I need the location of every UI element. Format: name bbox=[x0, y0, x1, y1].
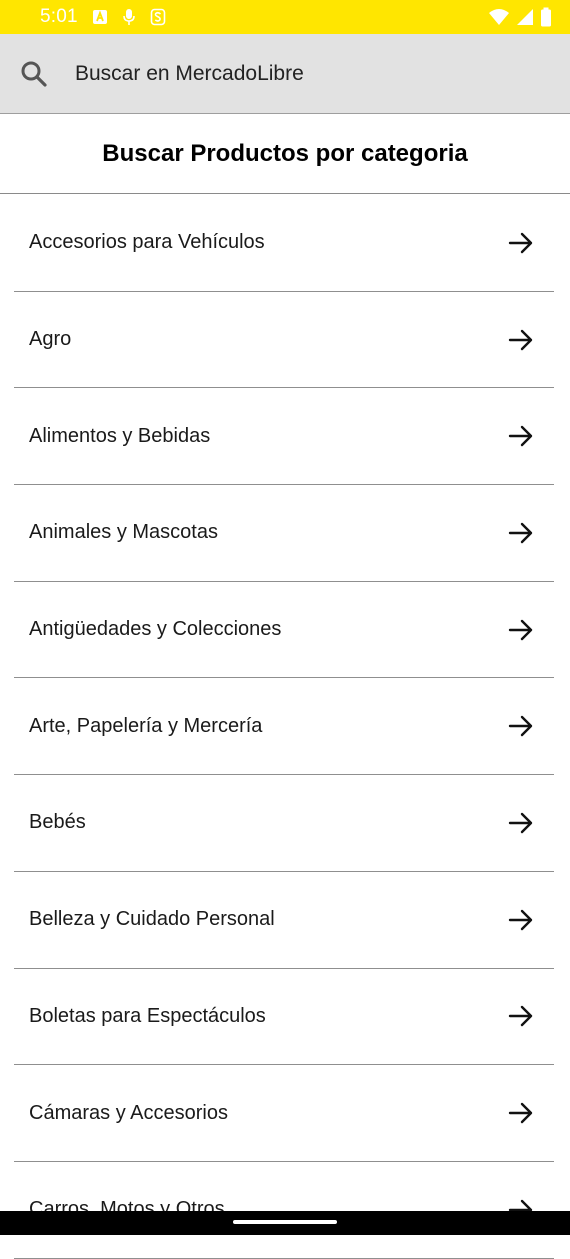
page-header: Buscar Productos por categoria bbox=[0, 115, 570, 194]
category-item[interactable]: Arte, Papelería y Mercería bbox=[14, 678, 554, 776]
category-label: Arte, Papelería y Mercería bbox=[29, 714, 263, 737]
category-label: Agro bbox=[29, 328, 72, 351]
battery-icon bbox=[540, 7, 552, 27]
category-label: Alimentos y Bebidas bbox=[29, 424, 211, 447]
search-bar[interactable]: Buscar en MercadoLibre bbox=[0, 34, 570, 114]
status-left: 5:01 bbox=[40, 6, 166, 28]
arrow-right-icon bbox=[508, 230, 534, 256]
status-time: 5:01 bbox=[40, 6, 78, 27]
page-title: Buscar Productos por categoria bbox=[102, 140, 468, 167]
category-item[interactable]: Antigüedades y Colecciones bbox=[14, 582, 554, 679]
category-label: Bebés bbox=[29, 811, 86, 834]
category-label: Antigüedades y Colecciones bbox=[29, 618, 282, 641]
category-item[interactable]: Animales y Mascotas bbox=[14, 485, 554, 582]
status-notification-icons bbox=[92, 8, 166, 26]
search-input[interactable]: Buscar en MercadoLibre bbox=[75, 62, 304, 86]
search-icon[interactable] bbox=[19, 59, 49, 89]
category-item[interactable]: Alimentos y Bebidas bbox=[14, 388, 554, 486]
wifi-icon bbox=[488, 8, 510, 26]
s-icon bbox=[150, 8, 166, 26]
navigation-bar bbox=[0, 1211, 570, 1235]
category-item[interactable]: Boletas para Espectáculos bbox=[14, 969, 554, 1066]
signal-icon bbox=[516, 8, 534, 26]
arrow-right-icon bbox=[508, 1100, 534, 1126]
arrow-right-icon bbox=[508, 1003, 534, 1029]
arrow-right-icon bbox=[508, 520, 534, 546]
category-item[interactable]: Belleza y Cuidado Personal bbox=[14, 872, 554, 969]
category-label: Boletas para Espectáculos bbox=[29, 1004, 266, 1027]
mic-icon bbox=[122, 8, 136, 26]
arrow-right-icon bbox=[508, 713, 534, 739]
home-gesture-handle[interactable] bbox=[233, 1220, 337, 1224]
category-item[interactable]: Cámaras y Accesorios bbox=[14, 1065, 554, 1162]
category-label: Animales y Mascotas bbox=[29, 521, 218, 544]
category-label: Accesorios para Vehículos bbox=[29, 231, 265, 254]
category-label: Belleza y Cuidado Personal bbox=[29, 908, 275, 931]
status-system-icons bbox=[488, 7, 552, 27]
status-bar: 5:01 bbox=[0, 0, 570, 34]
category-label: Cámaras y Accesorios bbox=[29, 1101, 228, 1124]
arrow-right-icon bbox=[508, 423, 534, 449]
arrow-right-icon bbox=[508, 617, 534, 643]
category-list: Accesorios para Vehículos Agro Alimentos… bbox=[0, 195, 570, 1259]
category-item[interactable]: Bebés bbox=[14, 775, 554, 872]
a-box-icon bbox=[92, 9, 108, 25]
arrow-right-icon bbox=[508, 810, 534, 836]
category-item[interactable]: Agro bbox=[14, 292, 554, 389]
arrow-right-icon bbox=[508, 327, 534, 353]
arrow-right-icon bbox=[508, 907, 534, 933]
category-item[interactable]: Accesorios para Vehículos bbox=[14, 195, 554, 292]
